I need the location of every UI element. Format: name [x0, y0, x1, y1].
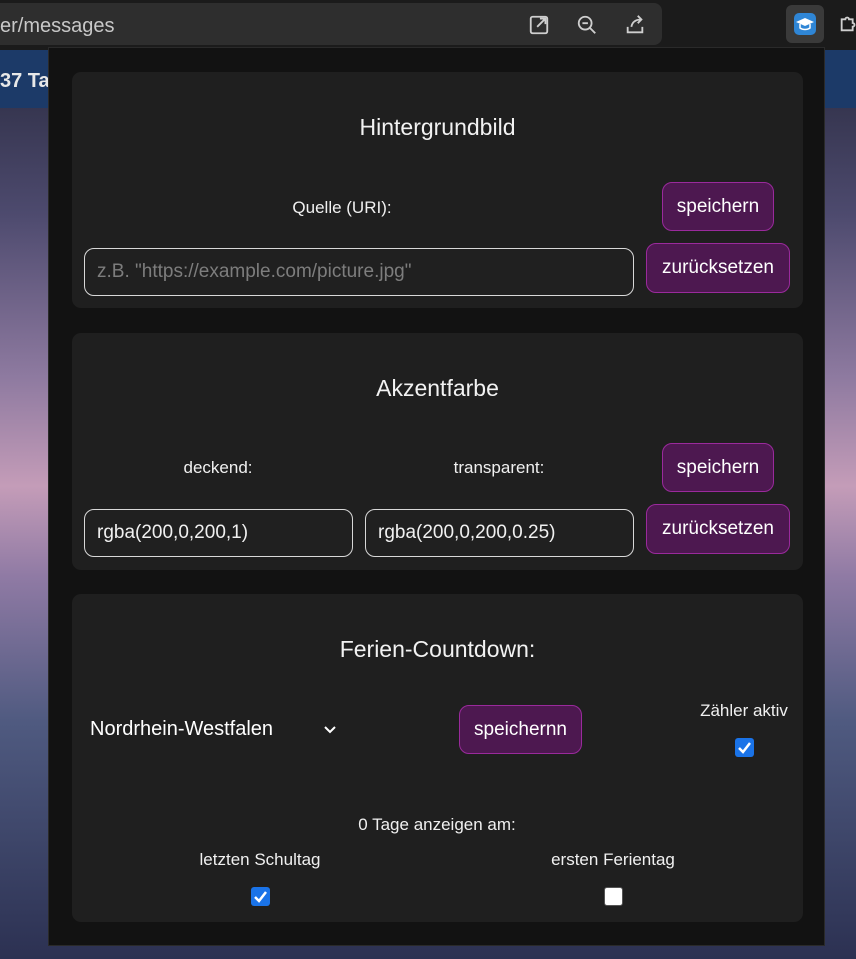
- address-bar-url: er/messages: [0, 15, 115, 37]
- browser-toolbar: er/messages: [0, 0, 856, 50]
- puzzle-icon[interactable]: [838, 12, 856, 34]
- countdown-title: Ferien-Countdown:: [339, 636, 536, 662]
- last-school-day-label: letzten Schultag: [199, 850, 321, 869]
- background-header-text: 37 Ta: [0, 70, 50, 92]
- extension-button[interactable]: [786, 5, 824, 43]
- accent-title: Akzentfarbe: [376, 375, 499, 401]
- graduation-cap-icon: [794, 13, 816, 35]
- transparent-color-input[interactable]: [365, 509, 634, 557]
- zero-days-label: 0 Tage anzeigen am:: [358, 815, 516, 834]
- wallpaper-title: Hintergrundbild: [359, 114, 516, 140]
- counter-active-label: Zähler aktiv: [700, 701, 788, 720]
- countdown-card: Ferien-Countdown: Nordrhein-Westfalen sp…: [72, 594, 803, 922]
- last-school-day-checkbox[interactable]: [251, 887, 270, 906]
- first-holiday-label: ersten Ferientag: [551, 850, 675, 869]
- settings-popup: Hintergrundbild Quelle (URI): speichern …: [48, 47, 825, 946]
- opaque-label: deckend:: [183, 458, 253, 477]
- state-select-value: Nordrhein-Westfalen: [90, 718, 274, 740]
- address-bar[interactable]: er/messages: [0, 3, 662, 45]
- accent-reset-button[interactable]: zurücksetzen: [646, 504, 790, 554]
- opaque-color-input[interactable]: [84, 509, 353, 557]
- wallpaper-reset-button[interactable]: zurücksetzen: [646, 243, 790, 293]
- counter-active-checkbox[interactable]: [735, 738, 754, 757]
- wallpaper-save-button[interactable]: speichern: [662, 182, 774, 231]
- share-icon[interactable]: [624, 14, 646, 36]
- zoom-out-icon[interactable]: [576, 14, 598, 36]
- state-select[interactable]: Nordrhein-Westfalen: [90, 718, 350, 748]
- chevron-down-icon: [322, 720, 338, 736]
- first-holiday-checkbox[interactable]: [604, 887, 623, 906]
- wallpaper-uri-input[interactable]: [84, 248, 634, 296]
- countdown-save-button[interactable]: speichernn: [459, 705, 582, 754]
- accent-save-button[interactable]: speichern: [662, 443, 774, 492]
- transparent-label: transparent:: [453, 458, 545, 477]
- source-label: Quelle (URI):: [292, 198, 392, 217]
- open-in-new-icon[interactable]: [528, 14, 550, 36]
- accent-card: Akzentfarbe deckend: transparent: speich…: [72, 333, 803, 570]
- wallpaper-card: Hintergrundbild Quelle (URI): speichern …: [72, 72, 803, 308]
